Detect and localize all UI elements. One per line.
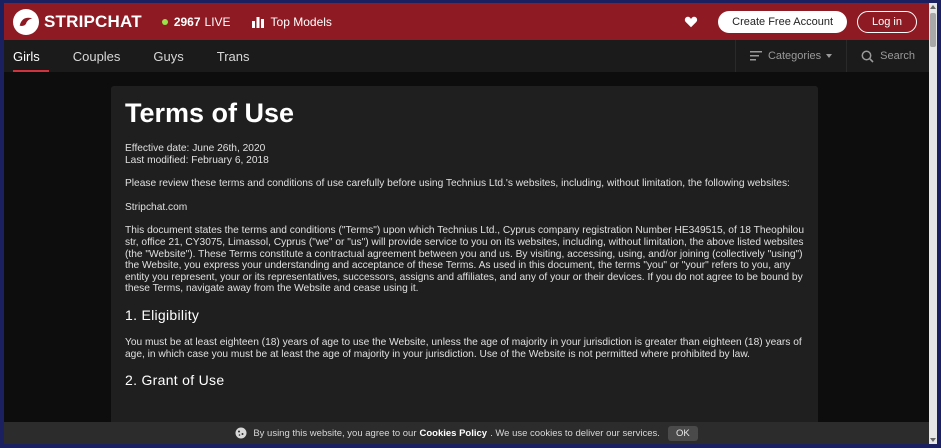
body-paragraph: This document states the terms and condi…	[125, 225, 805, 295]
brand-name: STRIPCHAT	[44, 11, 142, 31]
browser-frame: STRIPCHAT 2967 LIVE Top Models Create Fr…	[0, 0, 941, 448]
chevron-down-icon	[826, 54, 833, 58]
top-models-label: Top Models	[270, 14, 332, 29]
last-modified: Last modified: February 6, 2018	[125, 154, 269, 166]
top-header: STRIPCHAT 2967 LIVE Top Models Create Fr…	[4, 3, 929, 40]
tab-trans[interactable]: Trans	[207, 40, 260, 72]
live-count: 2967	[173, 14, 201, 29]
categories-label: Categories	[767, 50, 822, 62]
login-button[interactable]: Log in	[857, 10, 917, 33]
favorites-heart-icon[interactable]	[684, 14, 700, 30]
top-models-icon	[251, 16, 264, 28]
cookie-policy-link[interactable]: Cookies Policy	[420, 428, 488, 439]
scroll-down-arrow-icon[interactable]	[930, 438, 936, 442]
search-icon	[861, 50, 874, 63]
cookie-icon	[235, 427, 247, 439]
create-account-button[interactable]: Create Free Account	[718, 10, 848, 33]
cookie-banner: By using this website, you agree to our …	[4, 422, 929, 444]
menu-lines-icon	[749, 51, 762, 61]
cookie-text-after: . We use cookies to deliver our services…	[490, 427, 660, 439]
top-models-link[interactable]: Top Models	[251, 15, 332, 29]
cookie-ok-button[interactable]: OK	[667, 425, 698, 441]
search-label: Search	[880, 50, 915, 62]
tab-guys[interactable]: Guys	[143, 40, 193, 72]
live-dot-icon	[161, 18, 168, 25]
section-heading-grant: 2. Grant of Use	[125, 372, 225, 389]
terms-document: Terms of Use Effective date: June 26th, …	[111, 86, 818, 444]
cookie-text: By using this website, you agree to our	[253, 427, 417, 439]
dates-block: Effective date: June 26th, 2020 Last mod…	[125, 143, 804, 166]
categories-dropdown[interactable]: Categories	[734, 40, 846, 72]
tab-couples[interactable]: Couples	[63, 40, 131, 72]
scroll-up-arrow-icon[interactable]	[930, 5, 936, 9]
section-heading-eligibility: 1. Eligibility	[125, 306, 200, 323]
site-name: Stripchat.com	[125, 201, 188, 213]
intro-paragraph: Please review these terms and conditions…	[125, 178, 790, 190]
tab-girls[interactable]: Girls	[4, 40, 50, 72]
scroll-thumb[interactable]	[930, 13, 936, 47]
live-counter[interactable]: 2967 LIVE	[161, 14, 231, 29]
page-title: Terms of Use	[125, 98, 295, 128]
effective-date: Effective date: June 26th, 2020	[125, 143, 266, 154]
eligibility-paragraph: You must be at least eighteen (18) years…	[125, 336, 802, 360]
live-label: LIVE	[204, 14, 231, 29]
brand-logo[interactable]: STRIPCHAT	[13, 3, 142, 40]
category-nav: Girls Couples Guys Trans Categories Sear…	[4, 40, 929, 72]
stripchat-logo-icon	[13, 8, 39, 35]
search-button[interactable]: Search	[846, 40, 929, 72]
page-scrollbar[interactable]	[929, 3, 937, 444]
